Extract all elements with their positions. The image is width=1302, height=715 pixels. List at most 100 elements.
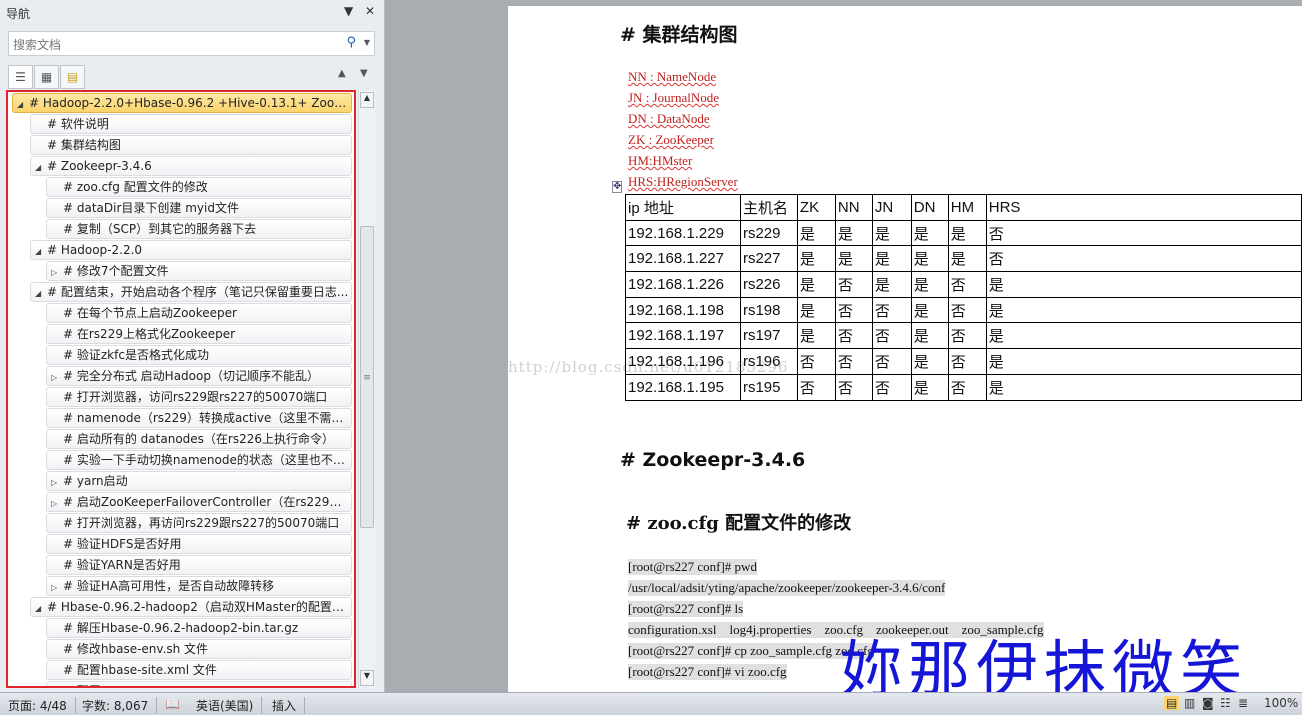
zoom-level[interactable]: 100% — [1264, 696, 1298, 710]
table-cell[interactable]: 是 — [985, 296, 1302, 324]
table-cell[interactable]: 是 — [910, 219, 949, 247]
tab-headings-icon[interactable]: ☰ — [8, 65, 33, 89]
table-cell[interactable]: ZK — [796, 194, 836, 221]
chevron-down-icon[interactable]: ▼ — [364, 38, 370, 47]
nav-heading-item[interactable]: # namenode（rs229）转换成active（这里不需要... — [46, 408, 352, 428]
nav-heading-item[interactable]: ▷ # yarn启动 — [46, 471, 352, 491]
table-cell[interactable]: 否 — [985, 219, 1302, 247]
table-cell[interactable]: 是 — [985, 322, 1302, 350]
nav-heading-item[interactable]: ▷ # 完全分布式 启动Hadoop（切记顺序不能乱） — [46, 366, 352, 386]
table-cell[interactable]: 否 — [871, 348, 912, 375]
table-cell[interactable]: rs196 — [739, 348, 798, 375]
expanded-triangle-icon[interactable]: ◢ — [35, 285, 47, 301]
pane-options-icon[interactable]: ▼ — [344, 4, 353, 18]
tab-results-icon[interactable]: ▤ — [60, 65, 85, 89]
expanded-triangle-icon[interactable]: ◢ — [17, 96, 29, 112]
nav-heading-item[interactable]: ◢ # Hadoop-2.2.0 — [30, 240, 352, 260]
table-cell[interactable]: 否 — [834, 348, 873, 375]
table-cell[interactable]: 192.168.1.197 — [625, 322, 741, 350]
table-cell[interactable]: 是 — [910, 373, 949, 401]
table-cell[interactable]: 是 — [910, 271, 949, 298]
nav-heading-item[interactable]: ▷ # 验证HA高可用性，是否自动故障转移 — [46, 576, 352, 596]
collapsed-triangle-icon[interactable]: ▷ — [51, 369, 63, 385]
document-page[interactable]: http://blog.csdn.net/u012185296 # 集群结构图 … — [508, 6, 1302, 692]
next-heading-icon[interactable]: ▼ — [360, 68, 368, 79]
table-cell[interactable]: 是 — [796, 219, 836, 247]
table-cell[interactable]: 否 — [947, 373, 987, 401]
scroll-thumb[interactable]: ≡ — [360, 226, 374, 528]
outline-icon[interactable]: ☷ — [1220, 696, 1231, 710]
word-count[interactable]: 字数: 8,067 — [82, 697, 158, 714]
table-cell[interactable]: 否 — [947, 322, 987, 350]
table-cell[interactable]: 192.168.1.196 — [625, 348, 741, 375]
nav-heading-item[interactable]: # 解压Hbase-0.96.2-hadoop2-bin.tar.gz — [46, 618, 352, 638]
table-cell[interactable]: HRS — [985, 194, 1302, 221]
collapsed-triangle-icon[interactable]: ▷ — [51, 474, 63, 490]
previous-heading-icon[interactable]: ▲ — [338, 68, 346, 79]
nav-heading-item[interactable]: ▷ # 启动ZooKeeperFailoverController（在rs229，… — [46, 492, 352, 512]
proofing-icon[interactable]: 📖 — [165, 697, 188, 711]
table-cell[interactable]: 是 — [910, 245, 949, 273]
expanded-triangle-icon[interactable]: ◢ — [35, 159, 47, 175]
table-cell[interactable]: 否 — [947, 296, 987, 324]
table-cell[interactable]: NN — [834, 194, 873, 221]
draft-icon[interactable]: ≣ — [1238, 696, 1248, 710]
nav-heading-item[interactable]: # 配置... — [46, 681, 352, 686]
nav-heading-item[interactable]: ▷ # 修改7个配置文件 — [46, 261, 352, 281]
table-cell[interactable]: 是 — [834, 245, 873, 273]
table-cell[interactable]: 是 — [947, 245, 987, 273]
table-cell[interactable]: ip 地址 — [625, 194, 741, 221]
nav-heading-item[interactable]: ◢ # Zookeepr-3.4.6 — [30, 156, 352, 176]
nav-heading-item[interactable]: ◢ # 配置结束，开始启动各个程序（笔记只保留重要日志... — [30, 282, 352, 302]
collapsed-triangle-icon[interactable]: ▷ — [51, 579, 63, 595]
table-cell[interactable]: 是 — [834, 219, 873, 247]
nav-heading-item[interactable]: # 在每个节点上启动Zookeeper — [46, 303, 352, 323]
nav-heading-item[interactable]: # 验证HDFS是否好用 — [46, 534, 352, 554]
table-cell[interactable]: rs226 — [739, 271, 798, 298]
table-cell[interactable]: 否 — [796, 373, 836, 401]
scroll-down-icon[interactable]: ▼ — [360, 670, 374, 686]
table-cell[interactable]: 否 — [834, 296, 873, 324]
nav-heading-item[interactable]: # 在rs229上格式化Zookeeper — [46, 324, 352, 344]
table-cell[interactable]: 是 — [947, 219, 987, 247]
nav-heading-item[interactable]: # 配置hbase-site.xml 文件 — [46, 660, 352, 680]
table-cell[interactable]: 是 — [871, 219, 912, 247]
table-cell[interactable]: 否 — [985, 245, 1302, 273]
table-cell[interactable]: 主机名 — [739, 194, 798, 221]
search-icon[interactable]: ⚲ — [346, 35, 356, 50]
table-cell[interactable]: HM — [947, 194, 987, 221]
nav-heading-item[interactable]: ◢ # Hadoop-2.2.0+Hbase-0.96.2 +Hive-0.13.… — [12, 93, 352, 113]
table-cell[interactable]: 是 — [985, 373, 1302, 401]
nav-heading-item[interactable]: # 启动所有的 datanodes（在rs226上执行命令） — [46, 429, 352, 449]
table-cell[interactable]: JN — [871, 194, 912, 221]
nav-heading-item[interactable]: # dataDir目录下创建 myid文件 — [46, 198, 352, 218]
table-cell[interactable]: 是 — [871, 271, 912, 298]
table-cell[interactable]: DN — [910, 194, 949, 221]
table-cell[interactable]: 192.168.1.229 — [625, 219, 741, 247]
table-cell[interactable]: 否 — [871, 296, 912, 324]
tab-pages-icon[interactable]: ▦ — [34, 65, 59, 89]
language[interactable]: 英语(美国) — [196, 697, 263, 714]
insert-mode[interactable]: 插入 — [272, 697, 306, 714]
nav-heading-item[interactable]: # 打开浏览器，再访问rs229跟rs227的50070端口 — [46, 513, 352, 533]
nav-heading-item[interactable]: # 打开浏览器，访问rs229跟rs227的50070端口 — [46, 387, 352, 407]
table-cell[interactable]: 192.168.1.198 — [625, 296, 741, 324]
page-count[interactable]: 页面: 4/48 — [8, 697, 76, 714]
table-cell[interactable]: rs227 — [739, 245, 798, 273]
table-cell[interactable]: 是 — [985, 348, 1302, 375]
collapsed-triangle-icon[interactable]: ▷ — [51, 495, 63, 511]
table-cell[interactable]: rs197 — [739, 322, 798, 350]
table-cell[interactable]: 否 — [834, 271, 873, 298]
table-cell[interactable]: rs229 — [739, 219, 798, 247]
table-cell[interactable]: 否 — [834, 373, 873, 401]
nav-heading-item[interactable]: # zoo.cfg 配置文件的修改 — [46, 177, 352, 197]
table-cell[interactable]: 否 — [871, 373, 912, 401]
nav-heading-item[interactable]: # 复制（SCP）到其它的服务器下去 — [46, 219, 352, 239]
print-layout-icon[interactable]: ▤ — [1164, 696, 1180, 710]
table-cell[interactable]: 是 — [796, 245, 836, 273]
table-cell[interactable]: 是 — [796, 271, 836, 298]
nav-heading-item[interactable]: # 软件说明 — [30, 114, 352, 134]
close-icon[interactable]: ✕ — [365, 4, 375, 18]
collapsed-triangle-icon[interactable]: ▷ — [51, 264, 63, 280]
table-cell[interactable]: 否 — [871, 322, 912, 350]
